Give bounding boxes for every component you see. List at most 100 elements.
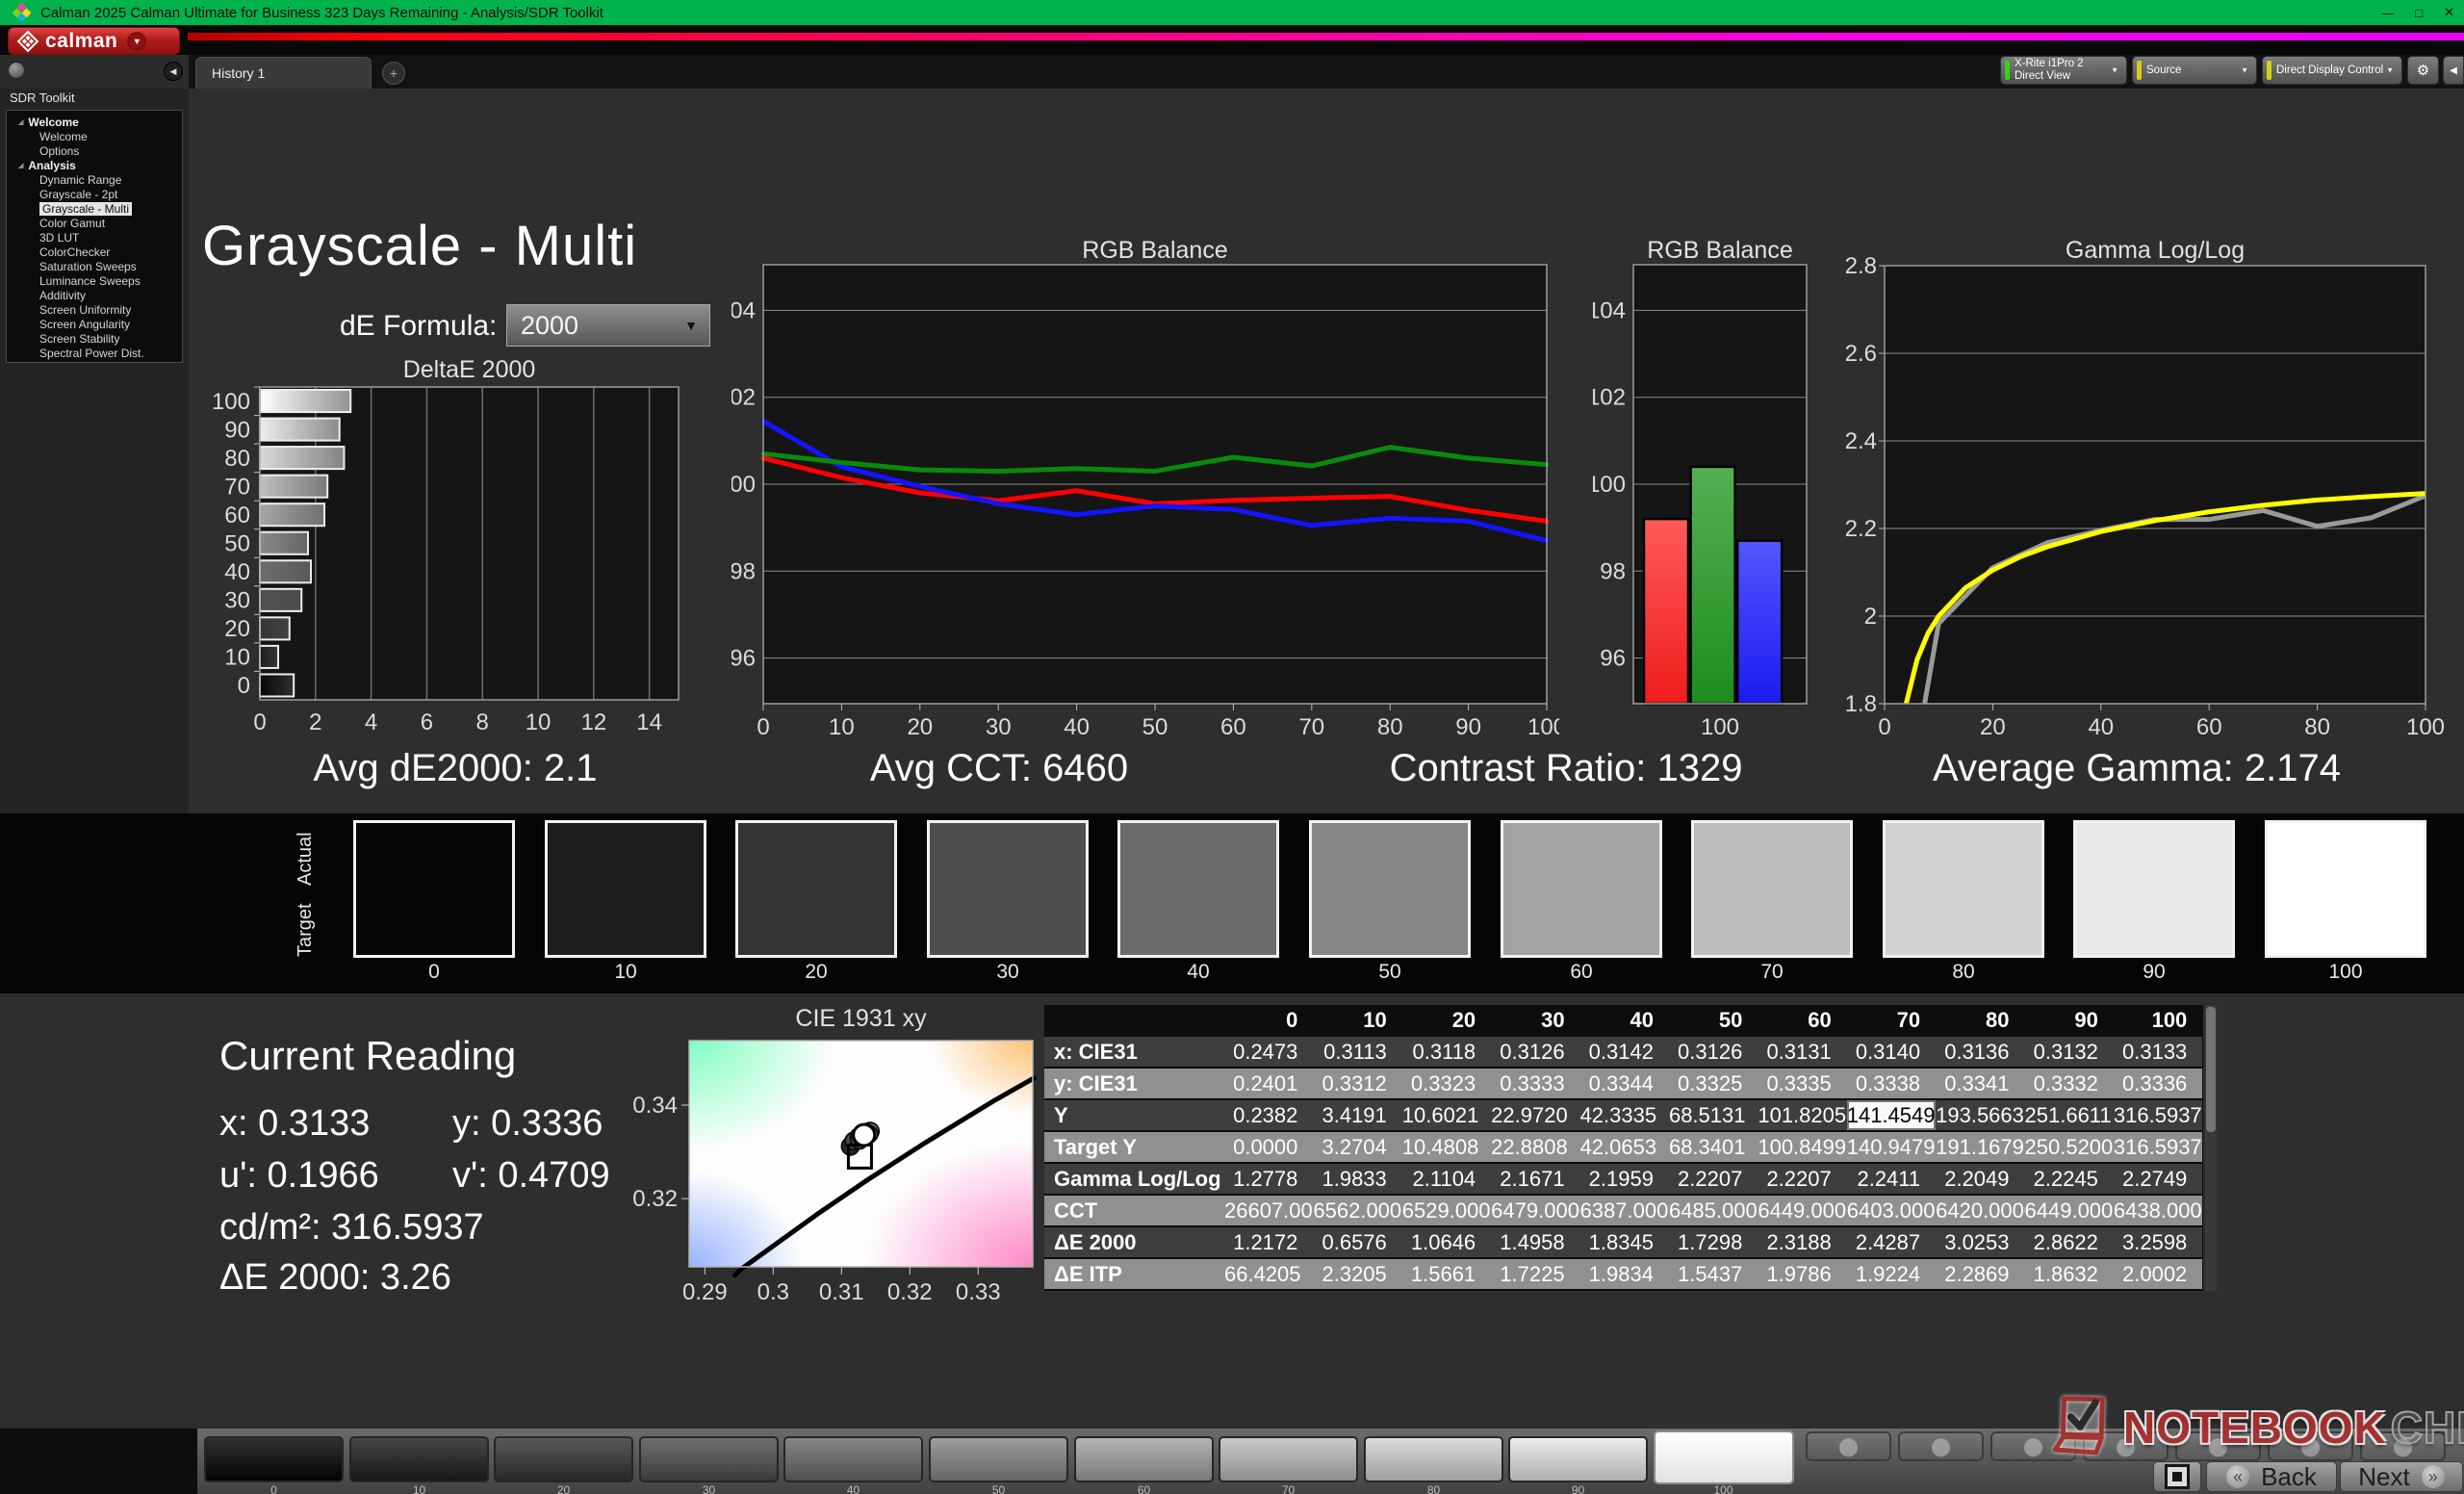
maximize-icon[interactable]: □: [2415, 6, 2423, 20]
table-cell[interactable]: 0.3136: [1936, 1037, 2025, 1069]
table-cell[interactable]: 1.8632: [2024, 1259, 2114, 1291]
pattern-button-40[interactable]: [783, 1436, 923, 1482]
table-cell[interactable]: 3.0253: [1936, 1227, 2025, 1259]
table-cell[interactable]: 0.3332: [2024, 1069, 2114, 1100]
sidebar-item-screen-stability[interactable]: Screen Stability: [7, 331, 182, 346]
table-cell[interactable]: 6449.0000: [2024, 1196, 2114, 1227]
calman-menu-button[interactable]: calman ▼: [8, 27, 180, 55]
table-cell[interactable]: 100.8499: [1758, 1132, 1847, 1164]
pattern-button-0[interactable]: [204, 1436, 344, 1482]
table-cell[interactable]: 0.0000: [1224, 1132, 1314, 1164]
table-cell[interactable]: 66.4205: [1224, 1259, 1314, 1291]
table-cell[interactable]: 6403.0000: [1846, 1196, 1937, 1227]
table-cell[interactable]: 42.3335: [1579, 1100, 1669, 1132]
table-cell[interactable]: 2.3188: [1758, 1227, 1847, 1259]
table-cell[interactable]: 141.4549: [1846, 1100, 1937, 1132]
table-cell[interactable]: 1.0646: [1401, 1227, 1492, 1259]
sidebar-item-grayscale-multi[interactable]: Grayscale - Multi: [7, 201, 182, 216]
table-cell[interactable]: 0.3335: [1758, 1069, 1847, 1100]
table-cell[interactable]: 193.5663: [1936, 1100, 2025, 1132]
pattern-button-50[interactable]: [929, 1436, 1068, 1482]
table-cell[interactable]: 0.3132: [2024, 1037, 2114, 1069]
table-cell[interactable]: 3.2598: [2113, 1227, 2203, 1259]
workflow-dot-button[interactable]: [8, 62, 25, 79]
pattern-extra-button[interactable]: [1806, 1431, 1891, 1461]
table-cell[interactable]: 0.3131: [1758, 1037, 1847, 1069]
sidebar-item-welcome[interactable]: Welcome: [7, 129, 182, 143]
table-cell[interactable]: 2.1671: [1491, 1164, 1580, 1196]
table-cell[interactable]: 2.2869: [1936, 1259, 2025, 1291]
pattern-button-20[interactable]: [494, 1436, 633, 1482]
table-cell[interactable]: 191.1679: [1936, 1132, 2025, 1164]
tree-expander-icon[interactable]: ◢: [18, 118, 23, 126]
close-icon[interactable]: ✕: [2444, 5, 2454, 20]
settings-gear-button[interactable]: ⚙: [2407, 56, 2439, 85]
table-cell[interactable]: 2.2207: [1758, 1164, 1847, 1196]
pattern-button-60[interactable]: [1074, 1436, 1214, 1482]
table-cell[interactable]: 2.1959: [1579, 1164, 1669, 1196]
table-cell[interactable]: 0.3333: [1491, 1069, 1580, 1100]
table-cell[interactable]: 1.4958: [1491, 1227, 1580, 1259]
table-cell[interactable]: 2.2245: [2024, 1164, 2114, 1196]
table-cell[interactable]: 6449.0000: [1758, 1196, 1847, 1227]
collapse-sidebar-icon[interactable]: ◀: [164, 62, 183, 81]
table-cell[interactable]: 68.5131: [1668, 1100, 1758, 1132]
pattern-button-70[interactable]: [1219, 1436, 1358, 1482]
table-cell[interactable]: 22.9720: [1491, 1100, 1580, 1132]
table-cell[interactable]: 0.2401: [1224, 1069, 1314, 1100]
table-cell[interactable]: 316.5937: [2113, 1132, 2203, 1164]
table-cell[interactable]: 0.3341: [1936, 1069, 2025, 1100]
sidebar-item-options[interactable]: Options: [7, 143, 182, 158]
table-cell[interactable]: 0.3118: [1401, 1037, 1492, 1069]
table-cell[interactable]: 0.2473: [1224, 1037, 1314, 1069]
table-cell[interactable]: 26607.0000: [1224, 1196, 1314, 1227]
table-cell[interactable]: 22.8808: [1491, 1132, 1580, 1164]
table-cell[interactable]: 2.1104: [1401, 1164, 1492, 1196]
table-cell[interactable]: 1.5661: [1401, 1259, 1492, 1291]
sidebar-item-dynamic-range[interactable]: Dynamic Range: [7, 172, 182, 187]
sidebar-item-3d-lut[interactable]: 3D LUT: [7, 230, 182, 245]
sidebar-item-spectral-power-dist-[interactable]: Spectral Power Dist.: [7, 346, 182, 360]
table-cell[interactable]: 1.7298: [1668, 1227, 1758, 1259]
sidebar-item-color-gamut[interactable]: Color Gamut: [7, 216, 182, 230]
table-cell[interactable]: 6420.0000: [1936, 1196, 2025, 1227]
table-cell[interactable]: 250.5200: [2024, 1132, 2114, 1164]
table-cell[interactable]: 3.2704: [1313, 1132, 1402, 1164]
table-cell[interactable]: 1.9834: [1579, 1259, 1669, 1291]
table-cell[interactable]: 2.8622: [2024, 1227, 2114, 1259]
table-cell[interactable]: 10.6021: [1401, 1100, 1492, 1132]
meter-dropdown-button[interactable]: Direct Display Control ▼: [2262, 56, 2402, 85]
table-cell[interactable]: 2.2207: [1668, 1164, 1758, 1196]
table-cell[interactable]: 0.3336: [2113, 1069, 2203, 1100]
table-cell[interactable]: 10.4808: [1401, 1132, 1492, 1164]
sidebar-item-saturation-sweeps[interactable]: Saturation Sweeps: [7, 259, 182, 273]
sidebar-item-welcome[interactable]: ◢ Welcome: [7, 115, 182, 129]
collapse-right-panel-button[interactable]: ◀: [2443, 56, 2464, 85]
table-cell[interactable]: 2.3205: [1313, 1259, 1402, 1291]
minimize-icon[interactable]: —: [2381, 6, 2394, 20]
table-cell[interactable]: 0.3133: [2113, 1037, 2203, 1069]
table-cell[interactable]: 1.9224: [1846, 1259, 1937, 1291]
table-cell[interactable]: 101.8205: [1758, 1100, 1847, 1132]
pattern-extra-button[interactable]: [1898, 1431, 1984, 1461]
pattern-button-10[interactable]: [349, 1436, 489, 1482]
pattern-button-80[interactable]: [1364, 1436, 1503, 1482]
sidebar-item-analysis[interactable]: ◢ Analysis: [7, 158, 182, 172]
table-cell[interactable]: 0.3323: [1401, 1069, 1492, 1100]
table-cell[interactable]: 0.3126: [1491, 1037, 1580, 1069]
sidebar-item-colorchecker[interactable]: ColorChecker: [7, 245, 182, 259]
table-cell[interactable]: 0.3325: [1668, 1069, 1758, 1100]
pattern-button-30[interactable]: [639, 1436, 779, 1482]
pattern-button-90[interactable]: [1508, 1436, 1648, 1482]
table-cell[interactable]: 251.6611: [2024, 1100, 2114, 1132]
meter-dropdown-button[interactable]: X-Rite i1Pro 2 Direct View ▼: [2000, 56, 2127, 85]
table-cell[interactable]: 42.0653: [1579, 1132, 1669, 1164]
table-cell[interactable]: 316.5937: [2113, 1100, 2203, 1132]
sidebar-item-screen-angularity[interactable]: Screen Angularity: [7, 317, 182, 331]
de-formula-select[interactable]: 2000 ▼: [506, 304, 710, 347]
table-cell[interactable]: 1.5437: [1668, 1259, 1758, 1291]
meter-dropdown-button[interactable]: Source ▼: [2132, 56, 2257, 85]
sidebar-item-luminance-sweeps[interactable]: Luminance Sweeps: [7, 273, 182, 288]
table-cell[interactable]: 0.3113: [1313, 1037, 1402, 1069]
table-cell[interactable]: 1.2172: [1224, 1227, 1314, 1259]
